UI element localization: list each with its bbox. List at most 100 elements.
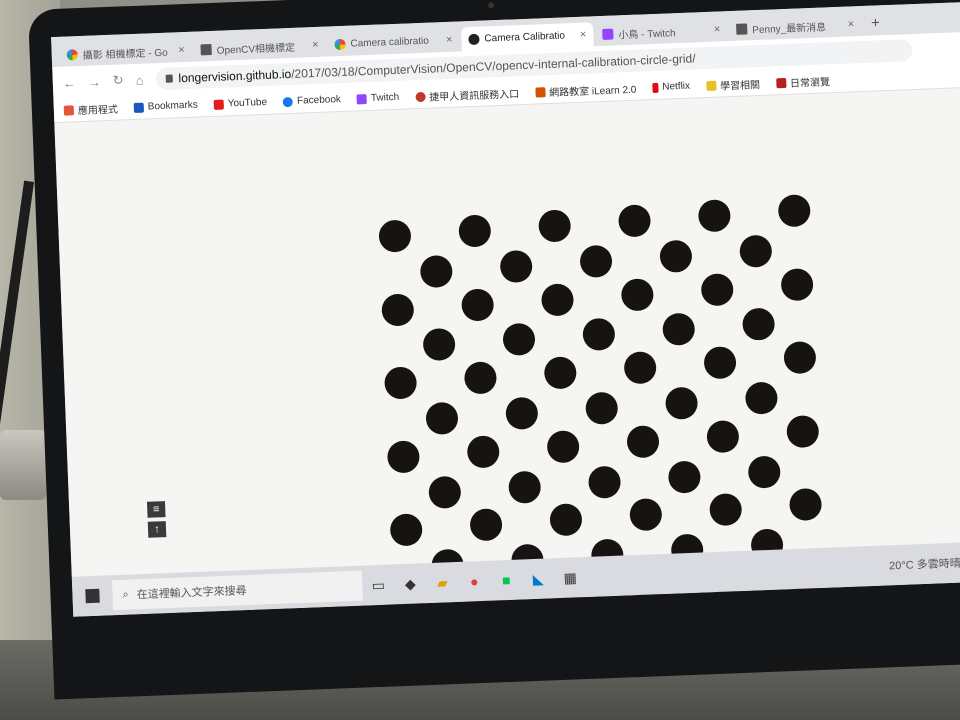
calibration-dot	[629, 498, 663, 532]
calibration-dot	[783, 341, 817, 375]
close-icon[interactable]: ×	[847, 18, 854, 30]
calibration-dot	[386, 440, 421, 474]
home-icon[interactable]: ⌂	[135, 72, 143, 87]
weather-status[interactable]: 20°C 多雲時晴	[889, 555, 960, 574]
close-icon[interactable]: ×	[714, 23, 721, 35]
calibration-dot	[788, 488, 823, 522]
close-icon[interactable]: ×	[580, 29, 587, 41]
lock-icon	[165, 74, 173, 83]
calibration-dot	[538, 209, 572, 243]
apps-icon	[63, 104, 75, 116]
calibration-dot	[747, 455, 781, 489]
laptop-screen: 攝影 相機標定 - Go × OpenCV相機標定 × Camera calibra…	[51, 1, 960, 617]
calibration-dot	[780, 267, 814, 301]
calibration-dot	[585, 391, 619, 425]
calibration-dot	[742, 307, 776, 342]
line-icon[interactable]: ■	[490, 563, 523, 596]
bookmark-twitch[interactable]: Twitch	[356, 92, 399, 105]
calibration-dot	[508, 470, 542, 504]
vscode-icon[interactable]: ◣	[522, 562, 555, 595]
calibration-dot	[703, 346, 737, 380]
calibration-dot	[739, 234, 773, 268]
close-icon[interactable]: ×	[178, 44, 185, 56]
calibration-dot	[697, 199, 732, 233]
search-icon: ⌕	[122, 588, 129, 601]
calibration-dot	[469, 508, 503, 542]
bookmark-portal[interactable]: 捷甲人資訊服務入口	[414, 85, 519, 104]
calibration-dot	[706, 419, 740, 454]
circle-grid-pattern	[54, 88, 960, 617]
shield-icon[interactable]: ◆	[394, 567, 427, 600]
calibration-dot	[582, 318, 616, 352]
bookmark-facebook[interactable]: Facebook	[282, 94, 341, 107]
scroll-top-icon[interactable]: ↑	[147, 521, 167, 538]
desk-lamp-base	[0, 430, 46, 500]
calibration-dot	[662, 313, 696, 347]
calibration-dot	[667, 460, 702, 494]
ilearn-icon	[534, 86, 546, 98]
taskbar-search-input[interactable]: ⌕ 在這裡輸入文字來搜尋	[111, 570, 363, 611]
calibration-dot	[383, 366, 418, 400]
calibration-dot	[422, 328, 456, 362]
photos-icon[interactable]: ▦	[554, 561, 587, 594]
calibration-dot	[744, 381, 779, 415]
calibration-dot	[428, 475, 462, 509]
reload-icon[interactable]: ↻	[112, 72, 124, 88]
twitch-icon	[356, 93, 368, 104]
back-arrow-icon[interactable]: ←	[63, 75, 77, 90]
forward-arrow-icon[interactable]: →	[88, 74, 102, 89]
folder-icon	[705, 80, 717, 91]
calibration-dot	[620, 277, 654, 312]
calibration-dot	[664, 386, 699, 420]
chrome-icon[interactable]: ●	[458, 565, 491, 598]
bookmark-ilearn[interactable]: 網路教室 iLearn 2.0	[534, 81, 637, 100]
pin-icon	[414, 91, 426, 102]
calibration-dot	[466, 435, 500, 469]
menu-icon[interactable]: ≡	[146, 501, 166, 518]
calibration-dot	[461, 287, 495, 322]
github-icon	[468, 33, 480, 45]
calibration-dot	[709, 493, 743, 527]
url-host: longervision.github.io	[178, 66, 292, 86]
calibration-dot	[389, 513, 423, 547]
file-explorer-icon[interactable]: ▰	[426, 566, 459, 599]
youtube-icon	[213, 99, 224, 110]
calibration-dot	[505, 396, 539, 430]
calibration-dot	[700, 272, 734, 306]
star-icon	[133, 102, 145, 113]
bookmark-folder-study[interactable]: 學習相關	[705, 76, 760, 93]
calibration-dot	[786, 414, 820, 448]
close-icon[interactable]: ×	[312, 39, 319, 51]
bookmark-bookmarks[interactable]: Bookmarks	[133, 100, 198, 113]
bookmark-netflix[interactable]: Netflix	[652, 81, 690, 93]
windows-start-icon[interactable]	[72, 588, 113, 604]
laptop-bezel: 攝影 相機標定 - Go × OpenCV相機標定 × Camera calibra…	[28, 0, 960, 700]
web-page-content: ≡ ↑	[54, 87, 960, 617]
calibration-dot	[540, 282, 575, 317]
document-icon	[736, 22, 748, 35]
calibration-dot	[579, 244, 613, 278]
twitch-icon	[602, 28, 614, 40]
calibration-dot	[777, 194, 811, 228]
document-icon	[200, 43, 212, 55]
calibration-dot	[623, 351, 657, 385]
calibration-dot	[546, 429, 580, 464]
calibration-dot	[499, 249, 533, 283]
facebook-icon	[282, 96, 294, 107]
calibration-dot	[458, 214, 492, 248]
folder-icon	[775, 77, 787, 88]
calibration-dot	[378, 219, 412, 253]
calibration-dot	[463, 361, 498, 395]
close-icon[interactable]: ×	[446, 34, 453, 46]
calibration-dot	[502, 323, 536, 357]
bookmark-folder-daily[interactable]: 日常瀏覽	[775, 73, 830, 90]
system-tray: 20°C 多雲時晴 ^	[889, 553, 960, 573]
google-icon	[334, 38, 346, 50]
new-tab-button[interactable]: +	[863, 14, 889, 36]
bookmark-youtube[interactable]: YouTube	[213, 97, 267, 110]
task-view-icon[interactable]: ▭	[362, 568, 395, 601]
bookmark-apps[interactable]: 應用程式	[63, 101, 118, 118]
calibration-dot	[626, 424, 660, 459]
calibration-dot	[549, 503, 583, 537]
calibration-dot	[587, 465, 622, 499]
